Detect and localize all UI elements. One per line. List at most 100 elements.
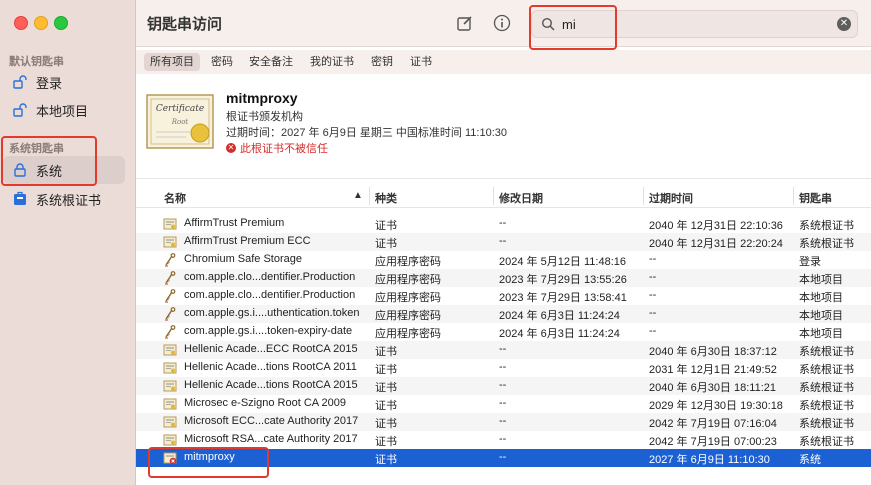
table-row[interactable]: com.apple.clo...dentifier.Production 应用程序… [136, 269, 871, 287]
zoom-window-button[interactable] [54, 16, 68, 30]
cell-name: com.apple.clo...dentifier.Production [184, 271, 356, 283]
cell-keychain: 系统根证书 [799, 220, 854, 232]
sidebar: 默认钥匙串 登录 本地项目 系统钥匙串 系统 系统根证书 [0, 0, 136, 485]
info-button[interactable] [491, 12, 513, 34]
cell-keychain: 本地项目 [799, 274, 843, 286]
cell-kind: 应用程序密码 [375, 328, 441, 340]
tab-my-certificates[interactable]: 我的证书 [304, 53, 360, 71]
table-row[interactable]: mitmproxy 证书 -- 2027 年 6月9日 11:10:30 系统 [136, 449, 871, 467]
sidebar-item-local-items[interactable]: 本地项目 [3, 96, 125, 124]
cell-modified: -- [499, 415, 507, 427]
password-key-icon [163, 307, 177, 321]
sort-ascending-icon[interactable]: ▲ [353, 190, 363, 201]
tab-passwords[interactable]: 密码 [205, 53, 239, 71]
table-row[interactable]: com.apple.clo...dentifier.Production 应用程序… [136, 287, 871, 305]
svg-text:Root: Root [171, 118, 189, 126]
table-row[interactable]: Chromium Safe Storage 应用程序密码 2024 年 5月12日 … [136, 251, 871, 269]
new-item-button[interactable] [454, 12, 476, 34]
cell-expires: 2031 年 12月1日 21:49:52 [649, 364, 777, 376]
sidebar-item-system[interactable]: 系统 [3, 156, 125, 184]
cell-modified: -- [499, 343, 507, 355]
certificate-icon [163, 379, 177, 393]
table-header: 名称 ▲ 种类 修改日期 过期时间 钥匙串 [136, 185, 871, 208]
trust-warning-text: 此根证书不被信任 [240, 143, 328, 155]
column-header-kind[interactable]: 种类 [375, 190, 397, 206]
cell-expires: -- [649, 325, 657, 337]
table-row[interactable]: Hellenic Acade...ECC RootCA 2015 证书 -- 2040… [136, 341, 871, 359]
cell-name: Hellenic Acade...tions RootCA 2011 [184, 361, 357, 373]
column-header-modified[interactable]: 修改日期 [499, 190, 543, 206]
detail-kind: 根证书颁发机构 [226, 111, 303, 123]
table-row[interactable]: Microsec e-Szigno Root CA 2009 证书 -- 2029 年… [136, 395, 871, 413]
cell-kind: 证书 [375, 238, 397, 250]
cell-modified: -- [499, 361, 507, 373]
table-row[interactable]: Hellenic Acade...tions RootCA 2011 证书 -- 20… [136, 359, 871, 377]
sidebar-item-system-roots[interactable]: 系统根证书 [3, 185, 125, 213]
cell-keychain: 系统 [799, 454, 821, 466]
column-header-keychain[interactable]: 钥匙串 [799, 190, 832, 206]
minimize-window-button[interactable] [34, 16, 48, 30]
table-row[interactable]: Hellenic Acade...tions RootCA 2015 证书 -- 20… [136, 377, 871, 395]
column-header-name[interactable]: 名称 [164, 190, 186, 206]
table-row[interactable]: AffirmTrust Premium 证书 -- 2040 年 12月31日 22:… [136, 215, 871, 233]
sidebar-item-label: 系统 [36, 163, 63, 179]
cell-modified: -- [499, 379, 507, 391]
table-row[interactable]: Microsoft ECC...cate Authority 2017 证书 -- 2… [136, 413, 871, 431]
certificate-icon [163, 343, 177, 357]
search-field[interactable]: ✕ [531, 10, 858, 38]
cell-expires: -- [649, 307, 657, 319]
cell-modified: 2024 年 6月3日 11:24:24 [499, 328, 620, 340]
cell-modified: 2024 年 6月3日 11:24:24 [499, 310, 620, 322]
table-row[interactable]: AffirmTrust Premium ECC 证书 -- 2040 年 12月31日… [136, 233, 871, 251]
cell-name: Hellenic Acade...tions RootCA 2015 [184, 379, 358, 391]
cell-expires: 2042 年 7月19日 07:16:04 [649, 418, 777, 430]
cell-keychain: 本地项目 [799, 310, 843, 322]
tab-secure-notes[interactable]: 安全备注 [243, 53, 299, 71]
cell-modified: -- [499, 433, 507, 445]
clear-search-icon[interactable]: ✕ [837, 17, 851, 31]
sidebar-item-label: 本地项目 [36, 103, 89, 119]
cell-kind: 应用程序密码 [375, 274, 441, 286]
cell-keychain: 本地项目 [799, 292, 843, 304]
cell-expires: 2040 年 12月31日 22:20:24 [649, 238, 783, 250]
cell-modified: 2023 年 7月29日 13:55:26 [499, 274, 627, 286]
cell-name: Chromium Safe Storage [184, 253, 302, 265]
cell-keychain: 系统根证书 [799, 418, 854, 430]
certificate-icon [163, 397, 177, 411]
compose-icon [457, 16, 472, 31]
tab-all-items[interactable]: 所有项目 [144, 53, 200, 71]
certificate-icon [163, 217, 177, 231]
tab-keys[interactable]: 密钥 [365, 53, 399, 71]
sidebar-item-login[interactable]: 登录 [3, 68, 125, 96]
certificate-icon [163, 433, 177, 447]
cell-expires: -- [649, 271, 657, 283]
cell-keychain: 登录 [799, 256, 821, 268]
cell-expires: 2040 年 6月30日 18:37:12 [649, 346, 777, 358]
search-icon [541, 17, 555, 31]
column-header-expires[interactable]: 过期时间 [649, 190, 693, 206]
svg-text:Certificate: Certificate [156, 104, 204, 114]
sidebar-section-default: 默认钥匙串 [9, 56, 64, 68]
certificate-icon [163, 415, 177, 429]
error-icon: ✕ [226, 143, 236, 153]
close-window-button[interactable] [14, 16, 28, 30]
cell-name: Hellenic Acade...ECC RootCA 2015 [184, 343, 358, 355]
cell-name: Microsoft ECC...cate Authority 2017 [184, 415, 359, 427]
tab-certificates[interactable]: 证书 [404, 53, 438, 71]
cell-keychain: 系统根证书 [799, 436, 854, 448]
cell-kind: 证书 [375, 418, 397, 430]
cell-kind: 应用程序密码 [375, 310, 441, 322]
cell-kind: 证书 [375, 382, 397, 394]
search-input[interactable] [560, 15, 824, 33]
detail-name: mitmproxy [226, 90, 298, 106]
cell-keychain: 本地项目 [799, 328, 843, 340]
table-row[interactable]: Microsoft RSA...cate Authority 2017 证书 -- 2… [136, 431, 871, 449]
cell-expires: 2040 年 12月31日 22:10:36 [649, 220, 783, 232]
cell-modified: 2024 年 5月12日 11:48:16 [499, 256, 626, 268]
item-detail: Certificate Root mitmproxy 根证书颁发机构 过期时间：… [136, 74, 871, 179]
cell-kind: 证书 [375, 346, 397, 358]
cell-name: Microsoft RSA...cate Authority 2017 [184, 433, 358, 445]
table-row[interactable]: com.apple.gs.i....token-expiry-date 应用程序密… [136, 323, 871, 341]
table-row[interactable]: com.apple.gs.i....uthentication.token 应用程… [136, 305, 871, 323]
password-key-icon [163, 289, 177, 303]
